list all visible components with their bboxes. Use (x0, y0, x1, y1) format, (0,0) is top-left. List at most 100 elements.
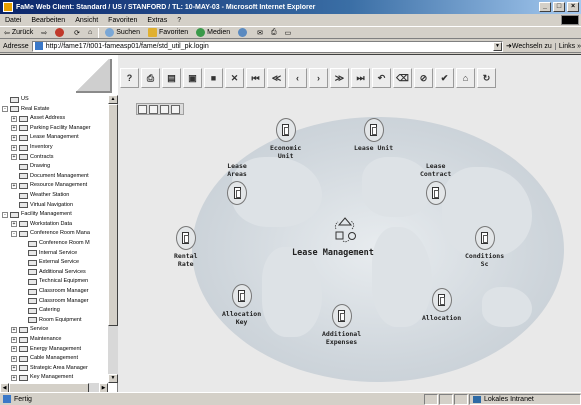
menu-bearbeiten[interactable]: Bearbeiten (26, 17, 70, 24)
prev-page-button[interactable]: ≪ (267, 68, 286, 88)
expand-icon[interactable]: + (11, 355, 17, 362)
tree-item[interactable]: Conference Room M (20, 239, 90, 248)
menu-help[interactable]: ? (172, 17, 186, 24)
go-button[interactable]: ➜Wechseln zu (503, 42, 555, 50)
tree-item[interactable]: Classroom Manager (20, 297, 89, 306)
tree-item[interactable]: - Real Estate (2, 105, 49, 114)
node-lease-unit[interactable]: Lease Unit (354, 118, 393, 153)
search-button[interactable]: Suchen (101, 28, 144, 37)
window-title-bar[interactable]: FaMe Web Client: Standard / US / STANFOR… (0, 0, 581, 14)
tree-item[interactable]: + Service (11, 325, 48, 334)
print-button[interactable]: ⎙ (141, 68, 160, 88)
help-button[interactable]: ? (120, 68, 139, 88)
maximize-button[interactable]: □ (553, 2, 565, 12)
tree-item[interactable]: + Maintenance (11, 335, 62, 344)
expand-icon[interactable]: + (11, 182, 17, 189)
erase-button[interactable]: ⌫ (393, 68, 412, 88)
home-button[interactable]: ⌂ (84, 29, 96, 36)
tree-item[interactable]: + Asset Address (11, 114, 65, 123)
first-record-button[interactable]: ⏮ (246, 68, 265, 88)
mini-save-icon[interactable] (138, 105, 147, 114)
back-button[interactable]: ⇦ Zurück (0, 29, 37, 37)
mini-print-icon[interactable] (149, 105, 158, 114)
node-lease-areas[interactable]: Lease Areas (227, 162, 247, 205)
scroll-up-icon[interactable]: ▲ (108, 95, 118, 104)
forward-button[interactable]: ⇨ (37, 29, 51, 37)
expand-icon[interactable]: + (11, 154, 17, 161)
collapse-icon[interactable]: - (2, 106, 8, 113)
tree-item[interactable]: + Resource Management (11, 181, 87, 190)
address-input[interactable]: http://fame17/t001-fameasp01/fame/std_ut… (31, 40, 503, 52)
expand-icon[interactable]: + (11, 374, 17, 381)
node-conditions[interactable]: Conditions Sc (465, 226, 504, 268)
tree-vertical-scrollbar[interactable]: ▲ ▼ (108, 95, 118, 383)
undo-button[interactable]: ↶ (372, 68, 391, 88)
print-button[interactable]: ⎙ (267, 29, 281, 37)
next-page-button[interactable]: ≫ (330, 68, 349, 88)
menu-ansicht[interactable]: Ansicht (70, 17, 103, 24)
links-button[interactable]: Links » (554, 42, 581, 50)
stop-button[interactable] (51, 28, 70, 37)
next-record-button[interactable]: › (309, 68, 328, 88)
history-button[interactable] (234, 28, 253, 37)
minimize-button[interactable]: _ (539, 2, 551, 12)
tree-item[interactable]: Additional Services (20, 268, 86, 277)
tree-item[interactable]: Weather Station (11, 191, 69, 200)
tree-item[interactable]: Catering (20, 306, 60, 315)
expand-icon[interactable]: + (11, 125, 17, 132)
scroll-down-icon[interactable]: ▼ (108, 374, 118, 383)
tree-item[interactable]: - Conference Room Mana (11, 229, 90, 238)
expand-icon[interactable]: + (11, 326, 17, 333)
node-allocation[interactable]: Allocation (422, 288, 461, 323)
menu-favoriten[interactable]: Favoriten (103, 17, 142, 24)
expand-icon[interactable]: + (11, 221, 17, 228)
tree-item[interactable]: Classroom Manager (20, 287, 89, 296)
close-button[interactable]: × (567, 2, 579, 12)
collapse-icon[interactable]: - (11, 230, 17, 237)
expand-icon[interactable]: + (11, 336, 17, 343)
tree-item[interactable]: + Lease Management (11, 133, 79, 142)
expand-icon[interactable]: + (11, 134, 17, 141)
edit-button[interactable]: ▭ (281, 29, 296, 37)
tree-item[interactable]: Document Management (11, 172, 89, 181)
tree-item[interactable]: + Energy Management (11, 345, 81, 354)
tree-item[interactable]: External Service (20, 258, 79, 267)
favorites-button[interactable]: Favoriten (144, 28, 192, 37)
stop-button[interactable]: ⊘ (414, 68, 433, 88)
collapse-icon[interactable]: - (2, 211, 8, 218)
node-additional-expenses[interactable]: Additional Expenses (322, 304, 361, 346)
tree-item[interactable]: - Facility Management (2, 210, 72, 219)
tools-button[interactable]: ✕ (225, 68, 244, 88)
mini-export-icon[interactable] (171, 105, 180, 114)
media-button[interactable]: Medien (192, 28, 234, 37)
menu-datei[interactable]: Datei (0, 17, 26, 24)
refresh-button[interactable]: ↻ (477, 68, 496, 88)
tree-item[interactable]: + Inventory (11, 143, 53, 152)
mail-button[interactable]: ✉ (253, 29, 267, 37)
print-preview-button[interactable]: ▤ (162, 68, 181, 88)
tree-item[interactable]: + Contracts (11, 153, 54, 162)
node-rental-rate[interactable]: Rental Rate (174, 226, 197, 268)
save-button[interactable]: ■ (204, 68, 223, 88)
expand-icon[interactable]: + (11, 144, 17, 151)
tree-item[interactable]: Drawing (11, 162, 50, 171)
expand-icon[interactable]: + (11, 346, 17, 353)
expand-icon[interactable]: + (11, 365, 17, 372)
tree-item[interactable]: + Strategic Area Manager (11, 364, 88, 373)
refresh-button[interactable]: ⟳ (70, 29, 84, 37)
home-button[interactable]: ⌂ (456, 68, 475, 88)
prev-record-button[interactable]: ‹ (288, 68, 307, 88)
tree-item[interactable]: Room Equipment (20, 316, 82, 325)
tree-item[interactable]: + Parking Facility Manager (11, 124, 91, 133)
last-record-button[interactable]: ⏭ (351, 68, 370, 88)
mini-mail-icon[interactable] (160, 105, 169, 114)
tree-item[interactable]: US (2, 95, 29, 104)
tree-item[interactable]: Virtual Navigation (11, 201, 73, 210)
node-lease-contract[interactable]: Lease Contract (420, 162, 451, 205)
address-dropdown-icon[interactable]: ▼ (492, 41, 502, 51)
menu-extras[interactable]: Extras (142, 17, 172, 24)
tree-item[interactable]: Technical Equipmen (20, 277, 88, 286)
node-allocation-key[interactable]: Allocation Key (222, 284, 261, 326)
tree-item[interactable]: Internal Service (20, 249, 77, 258)
node-economic-unit[interactable]: Economic Unit (270, 118, 301, 160)
